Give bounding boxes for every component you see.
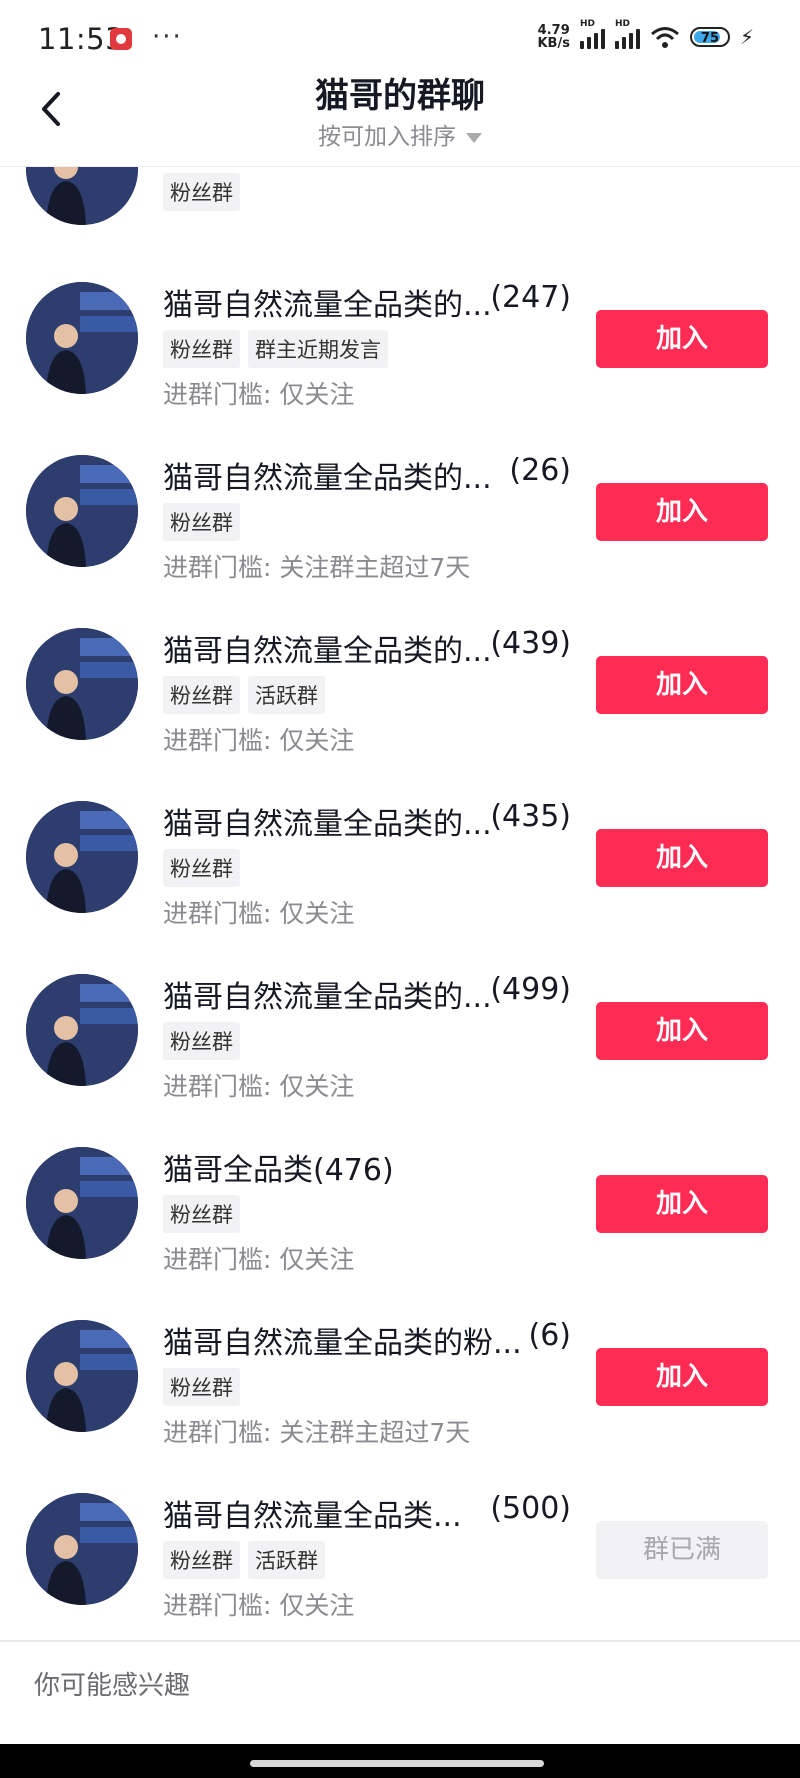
member-count: (435): [490, 799, 571, 834]
list-item[interactable]: 猫哥自然流量全品类的... (26) 粉丝群 进群门槛: 关注群主超过7天 加入: [0, 398, 800, 582]
group-name: 猫哥自然流量全品类的...: [163, 807, 492, 842]
group-avatar: [26, 1320, 138, 1432]
group-avatar: [26, 282, 138, 394]
list-item[interactable]: 猫哥自然流量全品类的... (435) 粉丝群 进群门槛: 仅关注 加入: [0, 744, 800, 928]
tag: 粉丝群: [163, 503, 240, 541]
list-item[interactable]: 猫哥自然流量全品类的... (247) 粉丝群 群主近期发言 进群门槛: 仅关注…: [0, 225, 800, 409]
list-item[interactable]: 猫哥全品类(476) 粉丝群 进群门槛: 仅关注 加入: [0, 1090, 800, 1274]
tag: 群主近期发言: [248, 330, 388, 368]
network-speed: 4.79 KB/s: [537, 23, 570, 51]
group-name: 猫哥自然流量全品类...: [163, 1499, 462, 1534]
tag: 粉丝群: [163, 676, 240, 714]
tag: 活跃群: [248, 676, 325, 714]
member-count: (6): [528, 1318, 572, 1353]
caret-down-icon: [466, 132, 482, 143]
group-avatar: [26, 1493, 138, 1605]
list-item[interactable]: 猫哥自然流量全品类的... (499) 粉丝群 进群门槛: 仅关注 加入: [0, 917, 800, 1101]
group-name: 猫哥自然流量全品类的...: [163, 980, 492, 1015]
group-full-button[interactable]: 群已满: [596, 1521, 768, 1579]
tag: 粉丝群: [163, 1368, 240, 1406]
join-button[interactable]: 加入: [596, 1002, 768, 1060]
recommendation-title: 你可能感兴趣: [34, 1671, 191, 1701]
member-count: (499): [490, 972, 571, 1007]
cellular-signal-2-icon: HD: [614, 19, 640, 49]
tag: 粉丝群: [163, 1195, 240, 1233]
tag: 粉丝群: [163, 173, 240, 211]
group-name: 猫哥自然流量全品类的...: [163, 634, 492, 669]
join-button[interactable]: 加入: [596, 829, 768, 887]
member-count: (26): [509, 453, 571, 488]
join-button[interactable]: 加入: [596, 310, 768, 368]
tag: 粉丝群: [163, 1541, 240, 1579]
wifi-icon: [650, 27, 679, 48]
tag: 活跃群: [248, 1541, 325, 1579]
divider: [0, 1640, 800, 1642]
battery-icon: 75: [689, 27, 730, 47]
sort-label: 按可加入排序: [318, 124, 456, 150]
group-avatar: [26, 1147, 138, 1259]
group-avatar: [26, 974, 138, 1086]
join-button[interactable]: 加入: [596, 483, 768, 541]
join-requirement: 进群门槛: 仅关注: [163, 1591, 355, 1620]
home-indicator[interactable]: [250, 1760, 544, 1767]
group-name: 猫哥自然流量全品类的...: [163, 288, 492, 323]
join-button[interactable]: 加入: [596, 1348, 768, 1406]
cellular-signal-icon: HD: [579, 19, 605, 49]
tag: 粉丝群: [163, 849, 240, 887]
sort-dropdown[interactable]: 按可加入排序: [0, 117, 800, 151]
header: 猫哥的群聊 按可加入排序: [0, 60, 800, 167]
group-name: 猫哥全品类(476): [163, 1153, 394, 1188]
more-notifications-icon: ···: [152, 22, 183, 52]
join-button[interactable]: 加入: [596, 1175, 768, 1233]
member-count: (247): [490, 280, 571, 315]
group-avatar: [26, 801, 138, 913]
group-name: 猫哥自然流量全品类的...: [163, 461, 492, 496]
group-name: 猫哥自然流量全品类的粉...: [163, 1326, 522, 1361]
member-count: (439): [490, 626, 571, 661]
app-notification-icon: [110, 28, 132, 50]
list-item[interactable]: 猫哥自然流量全品类的粉... (6) 粉丝群 进群门槛: 关注群主超过7天 加入: [0, 1263, 800, 1447]
charging-icon: ⚡: [739, 25, 754, 49]
tag: 粉丝群: [163, 330, 240, 368]
list-item[interactable]: 猫哥自然流量全品类的... (439) 粉丝群 活跃群 进群门槛: 仅关注 加入: [0, 571, 800, 755]
join-button[interactable]: 加入: [596, 656, 768, 714]
tag: 粉丝群: [163, 1022, 240, 1060]
member-count: (500): [490, 1491, 571, 1526]
group-avatar: [26, 455, 138, 567]
page-title: 猫哥的群聊: [315, 76, 485, 116]
list-item[interactable]: 猫哥自然流量全品类... (500) 粉丝群 活跃群 进群门槛: 仅关注 群已满: [0, 1436, 800, 1620]
group-avatar: [26, 628, 138, 740]
